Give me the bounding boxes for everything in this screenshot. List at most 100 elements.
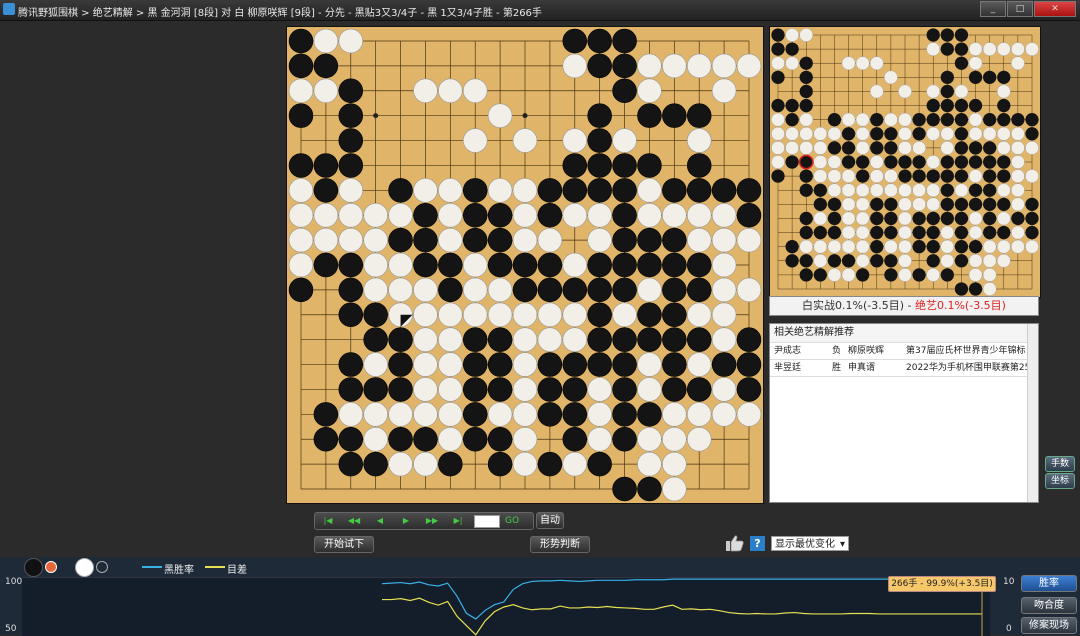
black-stone [870,113,884,127]
winrate-button[interactable]: 胜率 [1021,575,1077,592]
white-stone [637,377,662,402]
white-stone [813,253,828,268]
black-stone [884,141,898,155]
black-stone [338,153,364,178]
black-stone [537,352,563,377]
main-go-board[interactable] [286,26,764,504]
white-stone [388,202,413,228]
black-stone [587,451,612,477]
white-stone [711,78,737,104]
move-number-input[interactable] [474,514,500,528]
black-stone [612,53,637,79]
white-stone [462,302,488,328]
black-stone [940,155,954,169]
white-stone [799,141,814,155]
white-stone [968,126,983,141]
black-stone [1011,211,1025,226]
black-stone [870,197,884,211]
white-stone [1025,169,1039,183]
list-item[interactable]: 芈昱廷 胜 申真谞 2022华为手机杯围甲联赛第25 [770,360,1038,377]
black-stone [462,377,488,402]
help-icon[interactable]: ? [750,536,765,551]
thumbs-up-icon[interactable] [725,534,745,552]
white-stone [771,112,785,127]
last-move-button[interactable]: ▶| [445,514,471,528]
black-stone [686,252,712,278]
black-stone [487,451,513,477]
black-stone [612,252,637,278]
white-stone [487,402,513,427]
white-stone [413,377,438,402]
first-move-button[interactable]: |◀ [315,514,341,528]
white-stone [1011,56,1025,71]
go-button[interactable]: GO [505,516,519,526]
black-stone [997,70,1011,84]
black-stone [338,426,364,452]
black-stone [968,240,983,254]
white-stone [827,183,842,198]
prev-move-button[interactable]: ◀ [367,514,393,528]
black-stone [587,277,612,303]
black-stone [462,178,488,203]
black-stone [940,211,954,226]
white-stone [1011,42,1025,56]
white-stone [413,402,438,427]
white-stone [912,197,926,212]
black-stone [537,202,563,228]
black-stone [462,227,488,253]
black-stone [338,252,364,278]
white-stone [996,42,1011,56]
fast-back-button[interactable]: ◀◀ [341,514,367,528]
black-stone [612,402,637,427]
white-stone [736,53,762,79]
winrate-chart[interactable] [22,577,990,636]
white-stone [537,327,563,352]
list-item[interactable]: 尹成志 负 柳原咲辉 第37届应氏杯世界青少年锦标 [770,343,1038,360]
playback-controls: |◀ ◀◀ ◀ ▶ ▶▶ ▶| GO [314,512,534,530]
black-stone [637,476,662,502]
maximize-button[interactable]: □ [1007,1,1033,17]
black-stone [954,155,969,169]
black-stone [799,56,813,70]
white-stone [413,178,438,203]
black-stone-icon [24,558,43,577]
black-stone [1025,197,1039,211]
black-stone [587,178,612,203]
fast-forward-button[interactable]: ▶▶ [419,514,445,528]
minimize-button[interactable]: _ [980,1,1006,17]
black-stone [313,178,339,203]
black-stone [827,141,842,155]
auto-play-button[interactable]: 自动 [536,512,564,529]
next-move-button[interactable]: ▶ [393,514,419,528]
list-scrollbar[interactable] [1027,324,1038,502]
white-stone [288,178,314,203]
white-stone [562,451,588,477]
move-number-button[interactable]: 手数 [1045,456,1075,472]
try-play-button[interactable]: 开始试下 [314,536,374,553]
white-stone [637,277,662,303]
black-stone [785,155,799,169]
judge-position-button[interactable]: 形势判断 [530,536,590,553]
white-stone [869,56,884,71]
black-stone [856,169,870,183]
match-rate-button[interactable]: 吻合度 [1021,597,1077,614]
black-stone [912,169,926,183]
white-stone [662,451,687,477]
white-stone [487,302,513,328]
white-stone [884,112,898,127]
case-scene-button[interactable]: 修案现场 [1021,617,1077,634]
coordinates-button[interactable]: 坐标 [1045,473,1075,489]
best-variation-select[interactable]: 显示最优变化 ▾ [771,536,849,551]
white-stone [940,253,955,268]
white-stone [736,402,762,427]
close-button[interactable]: ✕ [1034,1,1076,17]
white-stone [996,211,1011,226]
black-stone [537,252,563,278]
black-stone [968,183,983,197]
white-stone [898,183,912,198]
chevron-down-icon: ▾ [839,539,845,550]
white-stone [855,253,870,268]
white-stone [771,56,785,71]
black-stone [884,127,898,141]
black-stone [841,127,856,141]
